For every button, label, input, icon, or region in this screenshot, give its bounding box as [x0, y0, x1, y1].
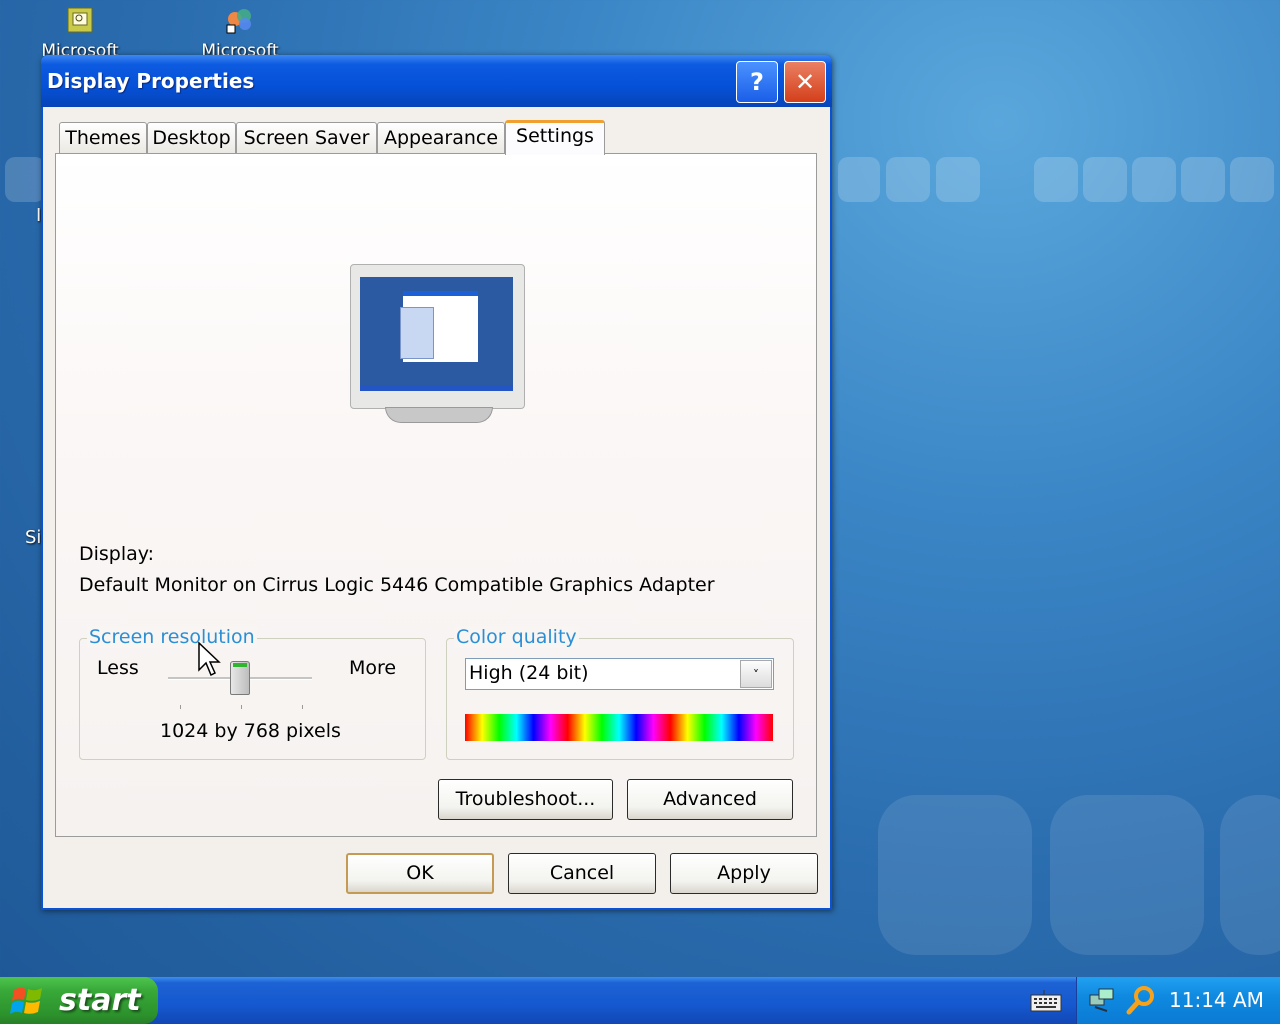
desktop-decoration	[838, 157, 880, 202]
display-value: Default Monitor on Cirrus Logic 5446 Com…	[79, 574, 715, 596]
slider-tick	[302, 705, 303, 709]
office-app-icon	[65, 5, 95, 35]
cancel-button[interactable]: Cancel	[508, 853, 656, 894]
taskbar: start 11:14 AM	[0, 977, 1280, 1024]
tab-themes[interactable]: Themes	[59, 122, 147, 153]
desktop-decoration	[1181, 157, 1225, 202]
desktop-decoration	[1050, 795, 1204, 955]
desktop-decoration	[1230, 157, 1274, 202]
more-label: More	[349, 657, 397, 679]
color-spectrum-bar	[465, 714, 773, 741]
color-quality-select[interactable]: High (24 bit) ˅	[465, 658, 774, 690]
tab-settings[interactable]: Settings	[505, 120, 605, 155]
desktop-decoration	[1083, 157, 1127, 202]
desktop-decoration	[1220, 795, 1280, 955]
tab-label: Settings	[516, 125, 594, 147]
mouse-cursor-icon	[198, 641, 222, 682]
dialog-client-area: Themes Desktop Screen Saver Appearance S…	[43, 107, 830, 908]
windows-logo-icon	[10, 984, 46, 1018]
close-button[interactable]: ✕	[784, 61, 826, 103]
window-title: Display Properties	[47, 69, 255, 93]
resolution-value: 1024 by 768 pixels	[160, 720, 341, 742]
desktop-decoration	[886, 157, 930, 202]
desktop-decoration	[1132, 157, 1176, 202]
system-tray: 11:14 AM	[1076, 977, 1280, 1024]
tab-screen-saver[interactable]: Screen Saver	[236, 122, 377, 153]
desktop-icon-microsoft[interactable]: Microsoft	[15, 5, 145, 61]
screen-resolution-group: Screen resolution Less More 1024 by 768 …	[79, 626, 426, 760]
apply-button[interactable]: Apply	[670, 853, 818, 894]
settings-panel: Display: Default Monitor on Cirrus Logic…	[55, 153, 817, 837]
tab-desktop[interactable]: Desktop	[147, 122, 236, 153]
monitor-preview	[350, 264, 525, 423]
preview-taskbar	[360, 385, 513, 391]
display-properties-window: Display Properties ? ✕ Themes Desktop Sc…	[41, 55, 832, 910]
tab-label: Themes	[65, 127, 141, 149]
title-bar[interactable]: Display Properties ? ✕	[41, 55, 832, 107]
start-button[interactable]: start	[0, 977, 158, 1024]
monitor-screen	[360, 277, 513, 391]
tab-label: Desktop	[152, 127, 231, 149]
tab-label: Screen Saver	[243, 127, 370, 149]
color-quality-value: High (24 bit)	[469, 662, 589, 684]
desktop-edge-text: Si	[25, 527, 42, 548]
network-icon[interactable]	[1087, 985, 1117, 1019]
group-title: Screen resolution	[87, 626, 257, 648]
troubleshoot-button[interactable]: Troubleshoot...	[438, 779, 613, 820]
slider-tick	[180, 705, 181, 709]
keyboard-icon[interactable]	[1030, 989, 1062, 1017]
help-button[interactable]: ?	[736, 61, 778, 103]
slider-tick	[241, 705, 242, 709]
desktop-decoration	[5, 157, 45, 202]
tab-label: Appearance	[383, 127, 499, 149]
desktop-decoration	[1034, 157, 1078, 202]
start-label: start	[59, 983, 141, 1018]
search-icon[interactable]	[1125, 984, 1157, 1020]
color-quality-group: Color quality High (24 bit) ˅	[446, 626, 794, 760]
close-icon: ✕	[794, 68, 816, 96]
chevron-down-icon[interactable]: ˅	[740, 660, 772, 688]
ok-button[interactable]: OK	[346, 853, 494, 894]
monitor-stand	[385, 407, 493, 423]
tab-appearance[interactable]: Appearance	[377, 122, 505, 153]
clock: 11:14 AM	[1169, 988, 1264, 1012]
group-title: Color quality	[454, 626, 579, 648]
resolution-slider-thumb[interactable]	[230, 661, 250, 695]
desktop-decoration	[878, 795, 1032, 955]
less-label: Less	[97, 657, 139, 679]
advanced-button[interactable]: Advanced	[627, 779, 793, 820]
desktop-decoration	[936, 157, 980, 202]
preview-window	[400, 307, 434, 359]
display-label: Display:	[79, 543, 155, 565]
visual-studio-icon	[225, 5, 255, 35]
question-icon: ?	[750, 68, 764, 96]
